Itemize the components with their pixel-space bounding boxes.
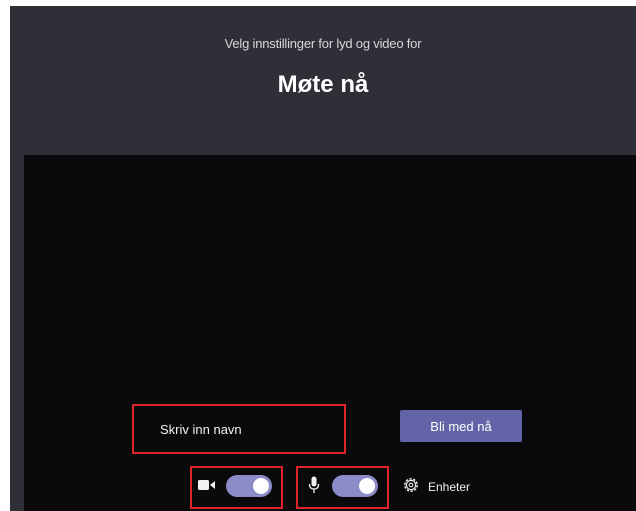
gear-icon [404,478,418,492]
meeting-title: Møte nå [277,71,369,98]
camera-toggle-highlight [190,466,283,509]
prejoin-window: Velg innstillinger for lyd og video for … [10,6,636,511]
devices-button[interactable]: Enheter [398,472,484,502]
join-now-button[interactable]: Bli med nå [400,410,522,442]
video-preview [24,155,636,511]
settings-subtitle: Velg innstillinger for lyd og video for [224,36,422,51]
name-input-highlight [132,404,346,454]
teams-prejoin-screen: Velg innstillinger for lyd og video for … [0,0,636,511]
devices-label: Enheter [428,480,471,494]
microphone-toggle-highlight [296,466,389,509]
